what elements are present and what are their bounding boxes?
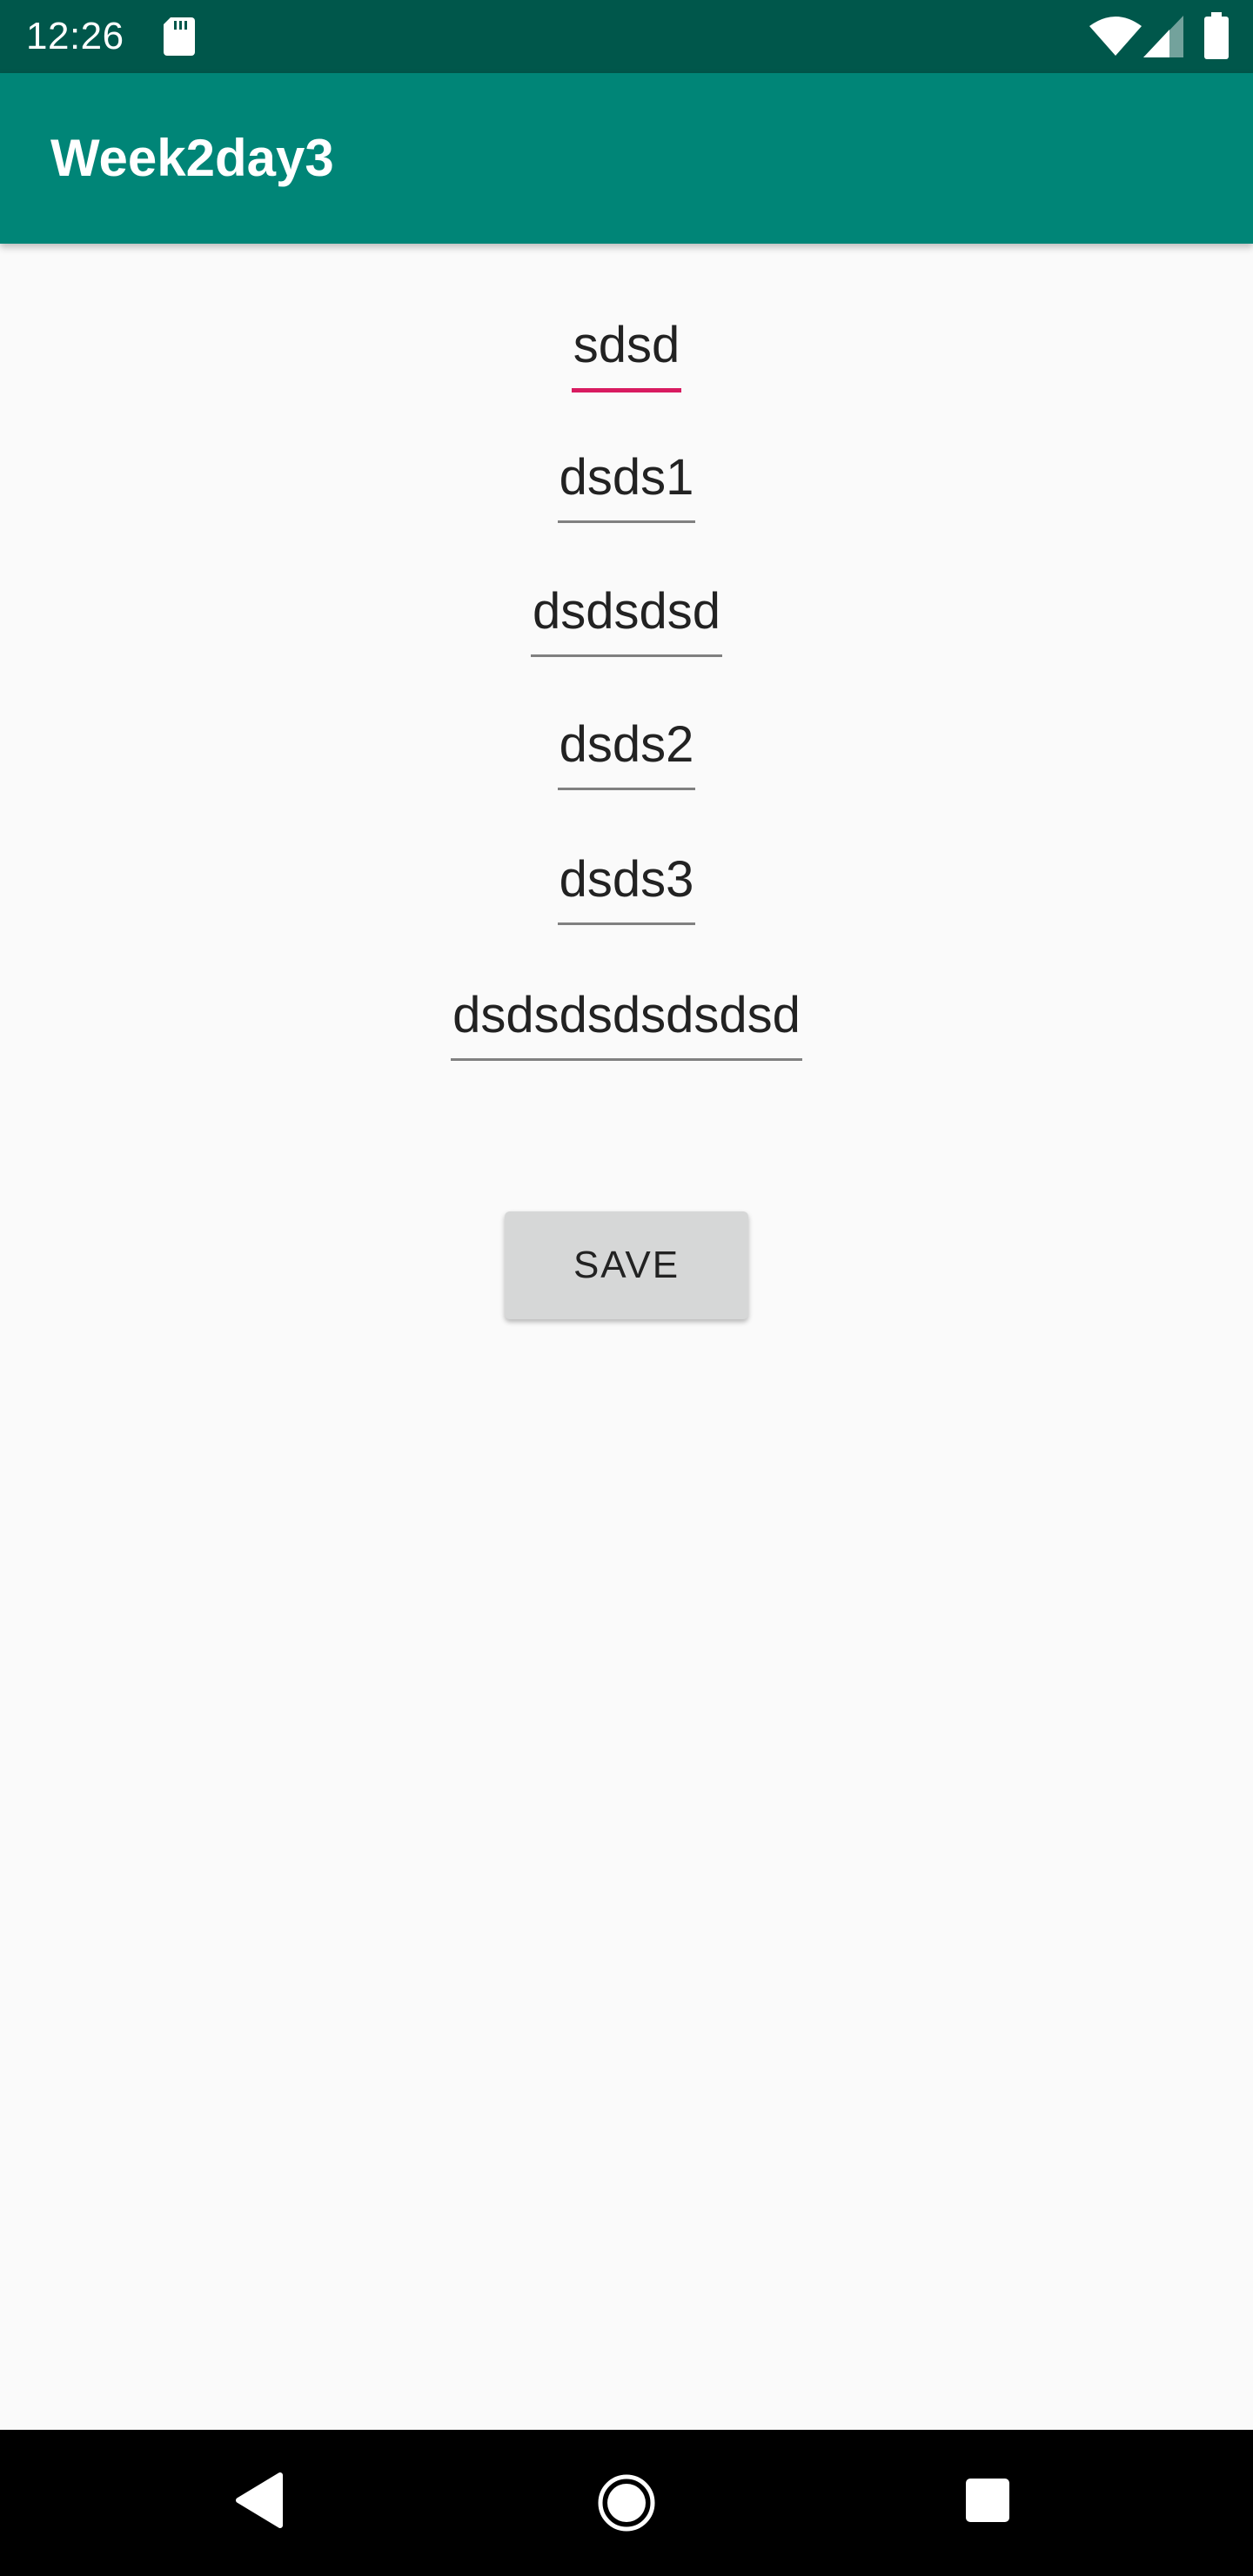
save-button[interactable]: SAVE bbox=[505, 1211, 748, 1319]
wifi-icon bbox=[1089, 17, 1142, 56]
text-field-2[interactable]: dsds1 bbox=[0, 447, 1253, 523]
text-field-5-value[interactable]: dsds3 bbox=[557, 849, 696, 925]
status-bar: 12:26 bbox=[0, 0, 1253, 73]
text-field-3-value[interactable]: dsdsdsd bbox=[530, 581, 723, 657]
battery-icon bbox=[1204, 12, 1229, 59]
navigation-bar bbox=[0, 2430, 1253, 2576]
text-field-4[interactable]: dsds2 bbox=[0, 714, 1253, 790]
home-icon[interactable] bbox=[597, 2473, 656, 2532]
text-field-1[interactable]: sdsd bbox=[0, 315, 1253, 392]
text-field-5[interactable]: dsds3 bbox=[0, 849, 1253, 925]
form-content: sdsd dsds1 dsdsdsd dsds2 dsds3 dsdsdsdsd… bbox=[0, 244, 1253, 2430]
text-field-6[interactable]: dsdsdsdsdsdsd bbox=[0, 985, 1253, 1061]
text-field-2-value[interactable]: dsds1 bbox=[557, 447, 696, 523]
text-field-3[interactable]: dsdsdsd bbox=[0, 581, 1253, 657]
text-field-6-value[interactable]: dsdsdsdsdsdsd bbox=[451, 985, 802, 1061]
text-field-4-value[interactable]: dsds2 bbox=[557, 714, 696, 790]
back-icon[interactable] bbox=[235, 2472, 284, 2529]
app-bar: Week2day3 bbox=[0, 73, 1253, 244]
app-title: Week2day3 bbox=[50, 129, 334, 187]
recents-icon[interactable] bbox=[964, 2477, 1011, 2524]
status-time: 12:26 bbox=[26, 15, 124, 57]
cell-signal-icon bbox=[1143, 16, 1183, 57]
sd-card-icon bbox=[164, 17, 195, 56]
text-field-1-value[interactable]: sdsd bbox=[571, 315, 682, 392]
